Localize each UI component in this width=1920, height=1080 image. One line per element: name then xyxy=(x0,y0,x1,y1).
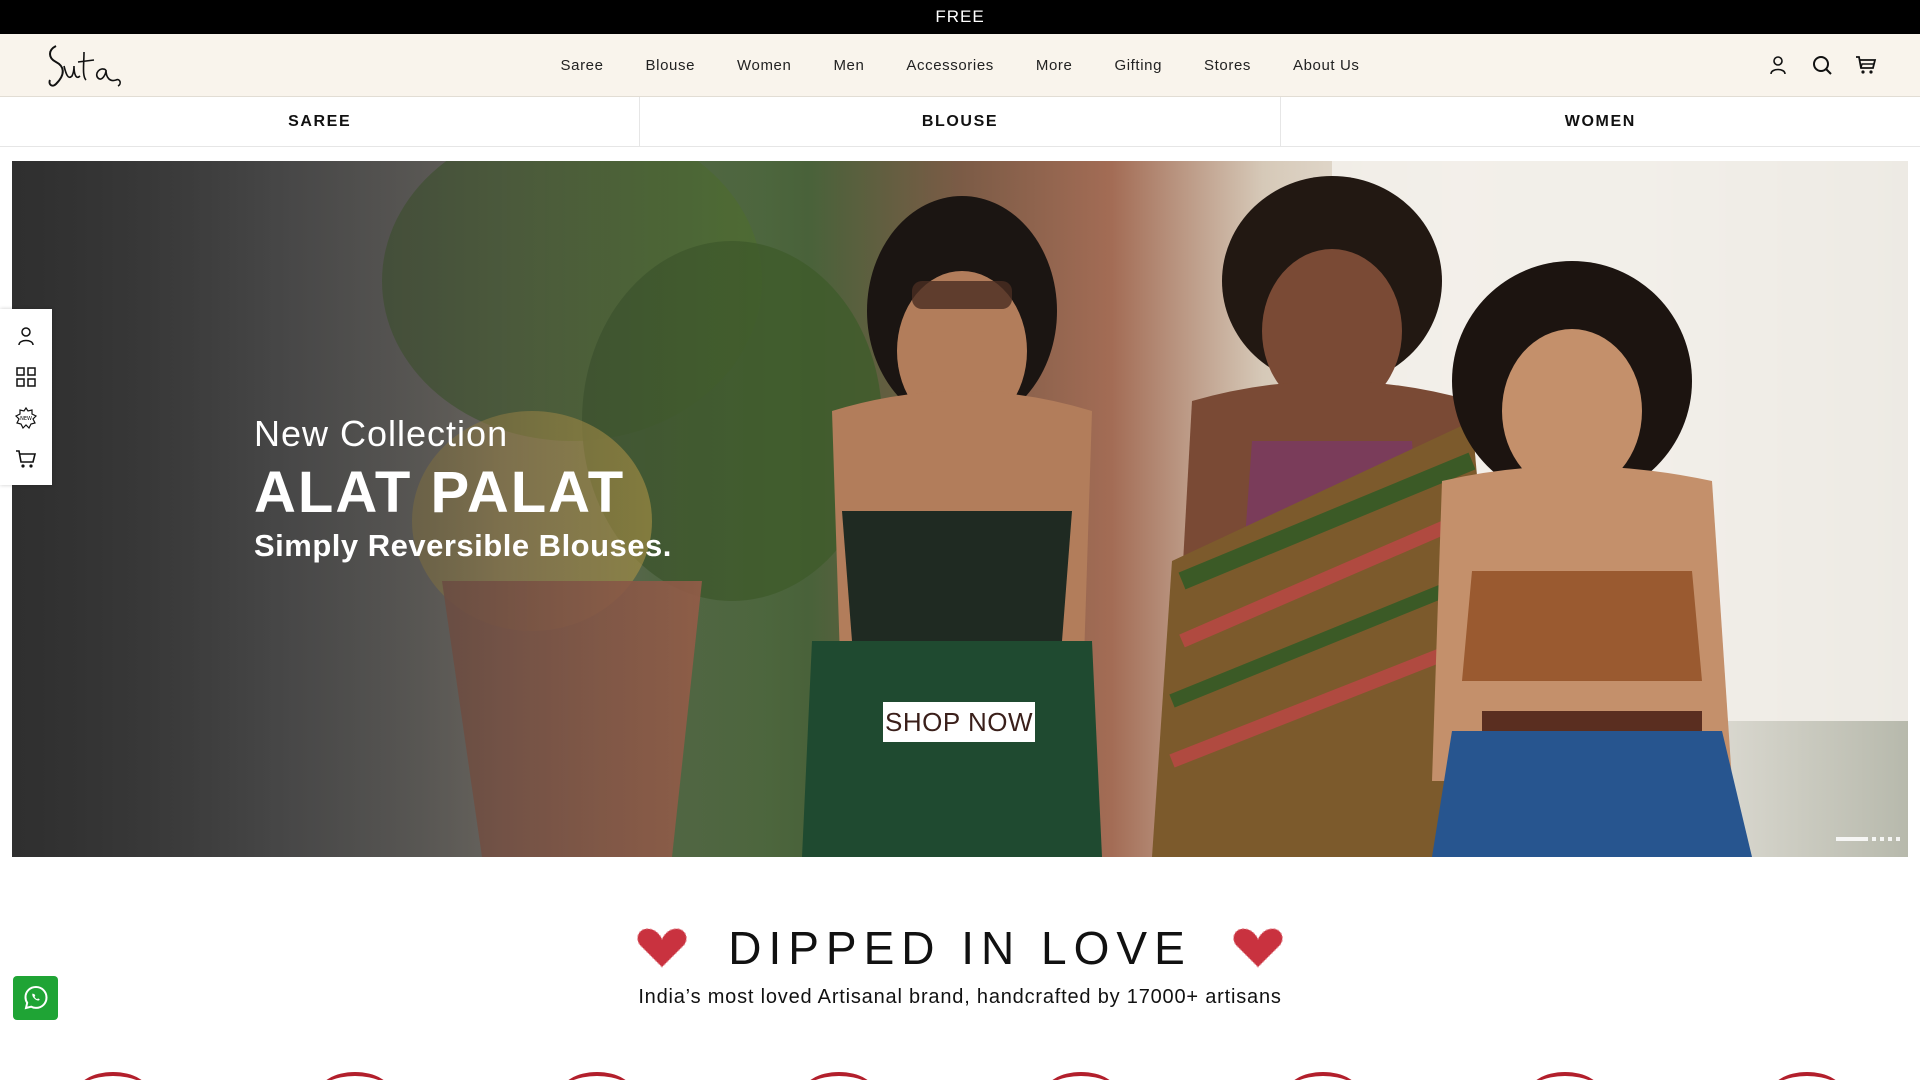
header-actions xyxy=(1766,48,1878,82)
product-thumbnail[interactable] xyxy=(1770,1072,1844,1080)
new-badge-icon[interactable]: NEW xyxy=(14,406,38,430)
category-women[interactable]: WOMEN xyxy=(1281,97,1920,146)
svg-text:NEW: NEW xyxy=(20,416,32,422)
nav-stores[interactable]: Stores xyxy=(1183,57,1272,74)
nav-accessories[interactable]: Accessories xyxy=(885,57,1014,74)
site-header: Saree Blouse Women Men Accessories More … xyxy=(0,34,1920,97)
product-thumbnails xyxy=(0,1068,1920,1080)
grid-icon[interactable] xyxy=(14,365,38,389)
shop-now-button[interactable]: SHOP NOW xyxy=(883,702,1035,742)
hero-banner[interactable]: New Collection ALAT PALAT Simply Reversi… xyxy=(12,161,1908,857)
section-title: DIPPED IN LOVE xyxy=(728,922,1192,974)
nav-gifting[interactable]: Gifting xyxy=(1093,57,1183,74)
account-icon[interactable] xyxy=(14,324,38,348)
product-thumbnail[interactable] xyxy=(1528,1072,1602,1080)
carousel-dot[interactable] xyxy=(1888,837,1892,841)
carousel-dot[interactable] xyxy=(1896,837,1900,841)
carousel-dot[interactable] xyxy=(1872,837,1876,841)
search-icon[interactable] xyxy=(1810,53,1834,77)
category-strip: SAREE BLOUSE WOMEN xyxy=(0,97,1920,147)
nav-about-us[interactable]: About Us xyxy=(1272,57,1381,74)
heart-icon xyxy=(1232,928,1283,968)
nav-more[interactable]: More xyxy=(1015,57,1094,74)
whatsapp-icon xyxy=(23,985,48,1010)
carousel-dot[interactable] xyxy=(1880,837,1884,841)
main-nav: Saree Blouse Women Men Accessories More … xyxy=(0,34,1920,96)
nav-saree[interactable]: Saree xyxy=(540,57,625,74)
hero-copy: New Collection ALAT PALAT Simply Reversi… xyxy=(254,413,672,564)
category-saree[interactable]: SAREE xyxy=(0,97,641,146)
nav-blouse[interactable]: Blouse xyxy=(625,57,716,74)
announcement-text: FREE xyxy=(935,7,985,26)
carousel-dot[interactable] xyxy=(1836,837,1868,841)
brand-logo[interactable] xyxy=(44,40,124,92)
account-icon[interactable] xyxy=(1766,53,1790,77)
product-thumbnail[interactable] xyxy=(1286,1072,1360,1080)
product-thumbnail[interactable] xyxy=(560,1072,634,1080)
cart-icon[interactable] xyxy=(1854,53,1878,77)
section-subtitle: India’s most loved Artisanal brand, hand… xyxy=(638,986,1282,1008)
dipped-in-love-heading: DIPPED IN LOVE xyxy=(0,918,1920,978)
cart-icon[interactable] xyxy=(14,447,38,471)
hero-title: ALAT PALAT xyxy=(254,460,626,525)
category-blouse[interactable]: BLOUSE xyxy=(640,97,1281,146)
hero-kicker: New Collection xyxy=(254,413,509,454)
announcement-bar: FREE xyxy=(0,0,1920,34)
product-thumbnail[interactable] xyxy=(1044,1072,1118,1080)
hero-subtitle: Simply Reversible Blouses. xyxy=(254,528,672,563)
heart-icon xyxy=(637,928,688,968)
product-thumbnail[interactable] xyxy=(76,1072,150,1080)
nav-women[interactable]: Women xyxy=(716,57,812,74)
floating-sidebar: NEW xyxy=(0,309,52,485)
product-thumbnail[interactable] xyxy=(802,1072,876,1080)
nav-men[interactable]: Men xyxy=(812,57,885,74)
carousel-dots xyxy=(1836,837,1900,841)
suta-logo-icon xyxy=(48,45,121,87)
whatsapp-button[interactable] xyxy=(13,976,58,1020)
product-thumbnail[interactable] xyxy=(318,1072,392,1080)
